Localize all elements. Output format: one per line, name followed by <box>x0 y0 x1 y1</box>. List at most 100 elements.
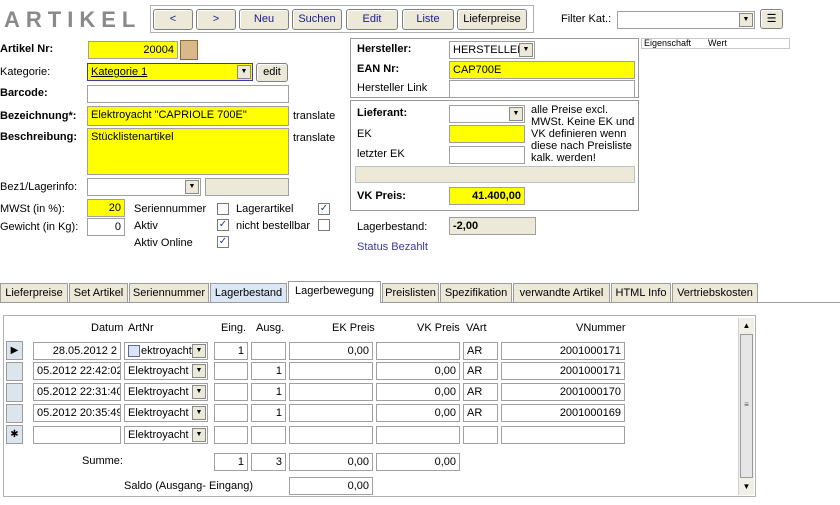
cell-ek[interactable] <box>289 404 373 422</box>
cell-eing[interactable] <box>214 362 248 380</box>
hersteller-link-field[interactable] <box>449 80 635 98</box>
cell-datum[interactable]: 28.05.2012 2 <box>33 342 121 360</box>
chevron-down-icon[interactable]: ▼ <box>509 107 523 121</box>
chevron-down-icon[interactable]: ▼ <box>192 428 206 442</box>
lagerartikel-checkbox[interactable]: ✓ <box>318 203 330 215</box>
gewicht-field[interactable]: 0 <box>87 218 125 236</box>
hersteller-select[interactable]: HERSTELLER ▼ <box>449 41 535 59</box>
cell-ek[interactable] <box>289 383 373 401</box>
tab-preislisten[interactable]: Preislisten <box>382 283 439 302</box>
chevron-down-icon[interactable]: ▼ <box>519 43 533 57</box>
tab-lagerbewegung[interactable]: Lagerbewegung <box>288 281 381 303</box>
scroll-up-icon[interactable]: ▲ <box>740 320 753 332</box>
user-photo-icon[interactable] <box>180 40 198 60</box>
next-button[interactable]: > <box>196 9 236 30</box>
row-selector[interactable] <box>6 362 23 381</box>
new-button[interactable]: Neu <box>239 9 289 30</box>
cell-vk[interactable] <box>376 426 460 444</box>
seriennummer-checkbox[interactable] <box>217 203 229 215</box>
cell-vart[interactable]: AR <box>463 383 498 401</box>
tab-lieferpreise[interactable]: Lieferpreise <box>0 283 68 302</box>
nicht-bestellbar-checkbox[interactable] <box>318 219 330 231</box>
prev-button[interactable]: < <box>153 9 193 30</box>
cell-datum[interactable]: 05.2012 20:35:49 <box>33 404 121 422</box>
cell-datum[interactable]: 05.2012 22:31:40 <box>33 383 121 401</box>
row-selector-new[interactable]: ✱ <box>6 425 23 444</box>
cell-eing[interactable] <box>214 426 248 444</box>
cell-artnr[interactable]: Elektroyacht ' ▼ <box>124 362 208 380</box>
chevron-down-icon[interactable]: ▼ <box>739 13 753 27</box>
ek-field[interactable] <box>449 125 525 143</box>
kategorie-edit-button[interactable]: edit <box>256 63 288 82</box>
beschreibung-field[interactable]: Stücklistenartikel <box>87 128 289 175</box>
tab-set-artikel[interactable]: Set Artikel <box>69 283 128 302</box>
barcode-field[interactable] <box>87 85 289 103</box>
filter-category-select[interactable]: ▼ <box>617 11 755 29</box>
tab-verwandte-artikel[interactable]: verwandte Artikel <box>513 283 610 302</box>
row-selector-current[interactable]: ▶ <box>6 341 23 360</box>
cell-datum[interactable] <box>33 426 121 444</box>
filter-options-button[interactable]: ☰ <box>760 9 783 29</box>
chevron-down-icon[interactable]: ▼ <box>185 180 199 194</box>
tab-spezifikation[interactable]: Spezifikation <box>440 283 512 302</box>
cell-vnummer[interactable]: 2001000170 <box>501 383 625 401</box>
cell-eing[interactable] <box>214 383 248 401</box>
cell-vnummer[interactable]: 2001000171 <box>501 362 625 380</box>
cell-artnr[interactable]: Elektroyacht ' ▼ <box>124 404 208 422</box>
cell-eing[interactable]: 1 <box>214 342 248 360</box>
cell-ausg[interactable] <box>251 342 286 360</box>
cell-vart[interactable]: AR <box>463 404 498 422</box>
cell-vnummer[interactable]: 2001000171 <box>501 342 625 360</box>
row-selector[interactable] <box>6 404 23 423</box>
tab-seriennummer[interactable]: Seriennummer <box>129 283 209 302</box>
aktiv-online-checkbox[interactable]: ✓ <box>217 236 229 248</box>
cell-ausg[interactable]: 1 <box>251 362 286 380</box>
cell-vnummer[interactable] <box>501 426 625 444</box>
lieferant-select[interactable]: ▼ <box>449 105 525 123</box>
aktiv-checkbox[interactable]: ✓ <box>217 219 229 231</box>
cell-eing[interactable] <box>214 404 248 422</box>
cell-ausg[interactable]: 1 <box>251 404 286 422</box>
search-button[interactable]: Suchen <box>292 9 342 30</box>
chevron-down-icon[interactable]: ▼ <box>192 344 206 358</box>
bez1-select[interactable]: ▼ <box>87 178 201 196</box>
tab-html-info[interactable]: HTML Info <box>611 283 671 302</box>
row-selector[interactable] <box>6 383 23 402</box>
cell-vnummer[interactable]: 2001000169 <box>501 404 625 422</box>
edit-button[interactable]: Edit <box>346 9 398 30</box>
chevron-down-icon[interactable]: ▼ <box>192 385 206 399</box>
cell-ek[interactable] <box>289 426 373 444</box>
cell-vk[interactable]: 0,00 <box>376 362 460 380</box>
kategorie-select[interactable]: Kategorie 1 ▼ <box>87 63 253 81</box>
artikel-nr-field[interactable]: 20004 <box>88 41 178 59</box>
bezeichnung-field[interactable]: Elektroyacht "CAPRIOLE 700E" <box>87 106 289 126</box>
vertical-scrollbar[interactable]: ▲ ≡ ▼ <box>738 318 754 495</box>
chevron-down-icon[interactable]: ▼ <box>192 406 206 420</box>
cell-ausg[interactable] <box>251 426 286 444</box>
cell-artnr[interactable]: Elektroyacht ' ▼ <box>124 383 208 401</box>
cell-vk[interactable]: 0,00 <box>376 383 460 401</box>
cell-vart[interactable] <box>463 426 498 444</box>
list-button[interactable]: Liste <box>402 9 454 30</box>
cell-datum[interactable]: 05.2012 22:42:02 <box>33 362 121 380</box>
chevron-down-icon[interactable]: ▼ <box>192 364 206 378</box>
status-link[interactable]: Status Bezahlt <box>357 241 428 253</box>
tab-lagerbestand[interactable]: Lagerbestand <box>210 283 287 302</box>
chevron-down-icon[interactable]: ▼ <box>237 65 251 79</box>
cell-ek[interactable]: 0,00 <box>289 342 373 360</box>
bezeichnung-translate-link[interactable]: translate <box>293 110 335 122</box>
cell-artnr[interactable]: Elektroyacht ' ▼ <box>124 426 208 444</box>
scroll-down-icon[interactable]: ▼ <box>740 481 753 493</box>
tab-vertriebskosten[interactable]: Vertriebskosten <box>672 283 758 302</box>
calendar-icon[interactable] <box>128 345 140 358</box>
cell-ausg[interactable]: 1 <box>251 383 286 401</box>
cell-artnr[interactable]: ektroyacht ' ▼ <box>124 342 208 360</box>
vk-field[interactable]: 41.400,00 <box>449 187 525 205</box>
cell-vart[interactable]: AR <box>463 342 498 360</box>
mwst-field[interactable]: 20 <box>87 199 125 217</box>
scroll-thumb[interactable]: ≡ <box>740 334 753 478</box>
cell-ek[interactable] <box>289 362 373 380</box>
cell-vk[interactable] <box>376 342 460 360</box>
cell-vk[interactable]: 0,00 <box>376 404 460 422</box>
beschreibung-translate-link[interactable]: translate <box>293 132 335 144</box>
